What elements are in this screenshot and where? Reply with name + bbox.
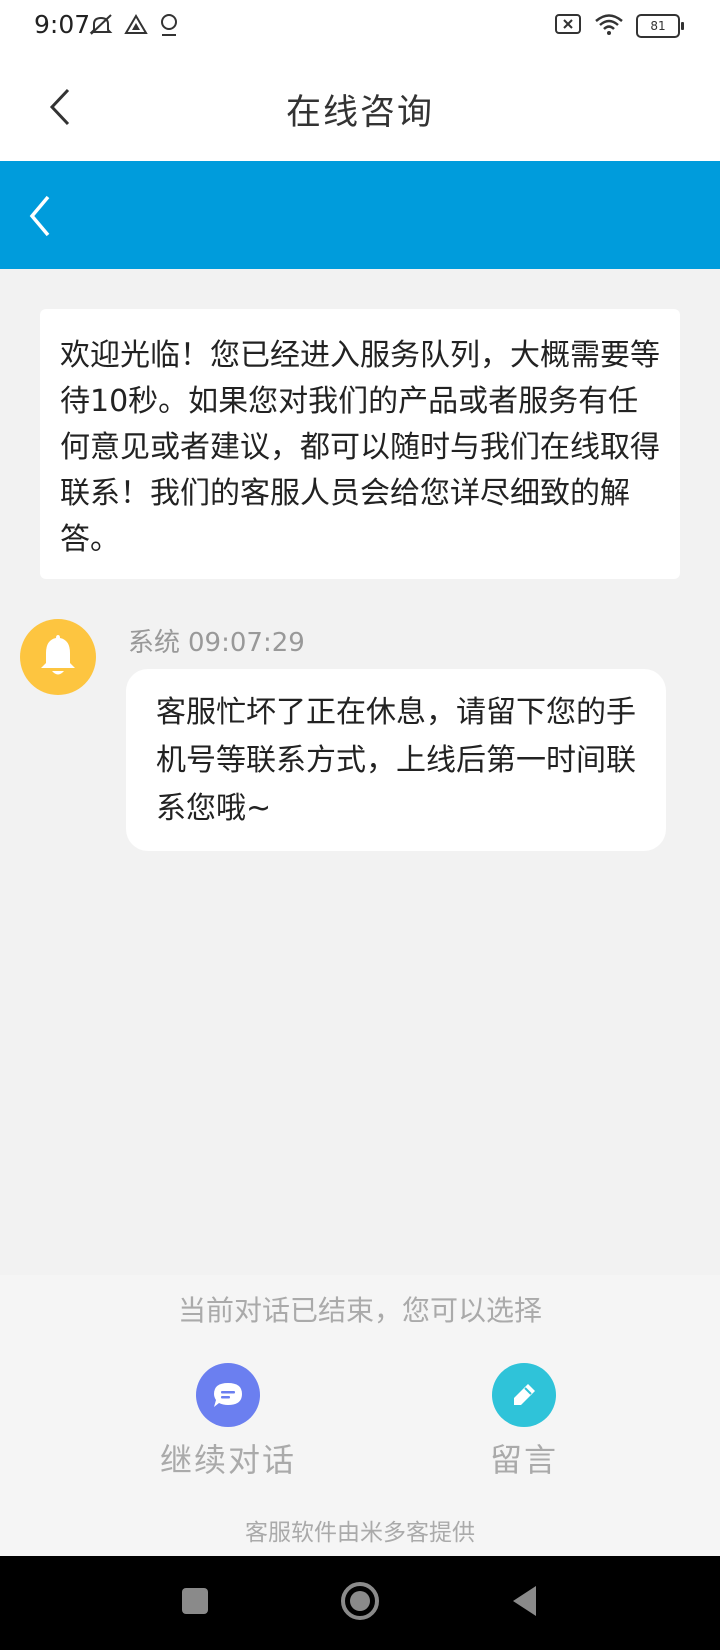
bottom-panel: 当前对话已结束，您可以选择 继续对话 留言 客服软件由米多客提供: [0, 1275, 720, 1556]
battery-icon: 81: [636, 14, 684, 38]
leave-message-button[interactable]: 留言: [444, 1363, 604, 1481]
navigation-bar: [0, 1556, 720, 1650]
location-icon: [158, 12, 180, 42]
chevron-left-icon: [24, 195, 64, 245]
drive-icon: [124, 13, 148, 41]
leave-message-label: 留言: [489, 1441, 558, 1479]
pencil-icon: [492, 1363, 556, 1427]
status-time: 9:07: [34, 10, 91, 39]
page-title: 在线咨询: [285, 93, 434, 133]
message-text: 客服忙坏了正在休息，请留下您的手机号等联系方式，上线后第一时间联系您哦~: [156, 695, 636, 826]
message-time: 09:07:29: [188, 628, 305, 658]
title-bar: 在线咨询: [0, 54, 720, 161]
chat-header-bar: [0, 161, 720, 269]
sim-x-icon: [554, 12, 582, 40]
back-icon: [510, 1584, 540, 1622]
welcome-text: 欢迎光临！您已经进入服务队列，大概需要等待10秒。如果您对我们的产品或者服务有任…: [60, 338, 660, 557]
bell-icon: [36, 631, 80, 683]
wifi-icon: [594, 12, 624, 40]
continue-chat-label: 继续对话: [159, 1441, 296, 1479]
status-bar: 9:07 81: [0, 0, 720, 54]
conversation-ended-text: 当前对话已结束，您可以选择: [177, 1294, 542, 1327]
avatar: [20, 619, 96, 695]
chat-back-button[interactable]: [24, 191, 64, 241]
message-meta: 系统 09:07:29: [128, 622, 305, 659]
powered-by-text: 客服软件由米多客提供: [245, 1520, 475, 1546]
mute-icon: [88, 12, 114, 42]
home-icon: [339, 1580, 381, 1626]
message-sender: 系统: [128, 628, 181, 658]
nav-back-button[interactable]: [500, 1578, 550, 1628]
message-bubble: 客服忙坏了正在休息，请留下您的手机号等联系方式，上线后第一时间联系您哦~: [126, 669, 666, 851]
welcome-card: 欢迎光临！您已经进入服务队列，大概需要等待10秒。如果您对我们的产品或者服务有任…: [40, 309, 680, 579]
home-button[interactable]: [335, 1578, 385, 1628]
recent-apps-icon: [180, 1586, 210, 1620]
chat-bubble-icon: [196, 1363, 260, 1427]
recent-apps-button[interactable]: [170, 1578, 220, 1628]
continue-chat-button[interactable]: 继续对话: [148, 1363, 308, 1481]
